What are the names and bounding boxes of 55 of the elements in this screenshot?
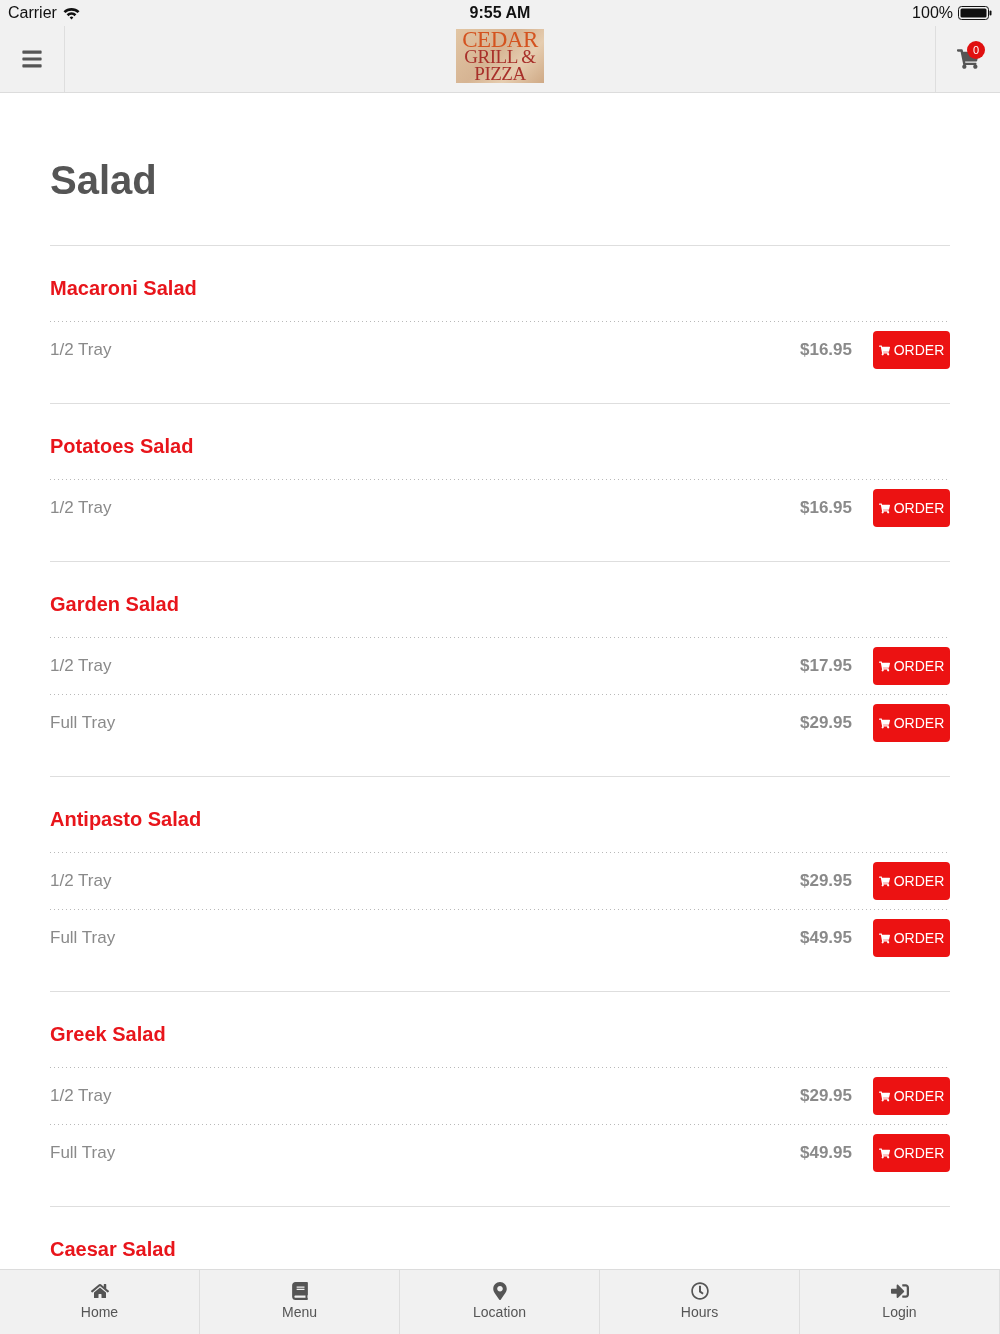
- order-button[interactable]: ORDER: [873, 1077, 950, 1115]
- cart-icon: [878, 717, 890, 729]
- battery-percent: 100%: [912, 4, 953, 22]
- item-title: Garden Salad: [50, 592, 180, 617]
- cart-icon: [878, 344, 890, 356]
- item-title: Potatoes Salad: [50, 434, 195, 459]
- cart-icon: [878, 875, 890, 887]
- size-label: 1/2 Tray: [50, 1086, 113, 1106]
- home-icon: [90, 1282, 109, 1300]
- order-button[interactable]: ORDER: [873, 704, 950, 742]
- size-label: Full Tray: [50, 713, 117, 733]
- price-text: $29.95: [800, 1086, 852, 1106]
- map-pin-icon: [490, 1282, 509, 1300]
- clock-icon: [690, 1282, 709, 1300]
- cart-icon: [878, 660, 890, 672]
- size-label: 1/2 Tray: [50, 656, 113, 676]
- cart-icon: [878, 1147, 890, 1159]
- cart-count-badge: 0: [967, 41, 985, 59]
- size-label: 1/2 Tray: [50, 871, 113, 891]
- order-button[interactable]: ORDER: [873, 489, 950, 527]
- cart-icon: [878, 932, 890, 944]
- price-text: $49.95: [800, 928, 852, 948]
- item-title: Macaroni Salad: [50, 276, 198, 301]
- sign-in-icon: [890, 1282, 909, 1300]
- size-label: Full Tray: [50, 1143, 117, 1163]
- size-label: 1/2 Tray: [50, 340, 113, 360]
- logo-text: GRILL &: [464, 47, 536, 65]
- logo-text: PIZZA: [474, 64, 526, 82]
- price-text: $16.95: [800, 340, 852, 360]
- item-title: Caesar Salad: [50, 1237, 177, 1262]
- order-button[interactable]: ORDER: [873, 919, 950, 957]
- price-text: $17.95: [800, 656, 852, 676]
- wifi-icon: [62, 6, 80, 20]
- order-button[interactable]: ORDER: [873, 862, 950, 900]
- book-icon: [290, 1282, 309, 1300]
- clock-time: 9:55 AM: [469, 4, 531, 22]
- price-text: $16.95: [800, 498, 852, 518]
- price-text: $49.95: [800, 1143, 852, 1163]
- cart-icon: [878, 502, 890, 514]
- page-title: Salad: [50, 157, 158, 204]
- order-button[interactable]: ORDER: [873, 1134, 950, 1172]
- size-label: Full Tray: [50, 928, 117, 948]
- item-title: Greek Salad: [50, 1022, 167, 1047]
- carrier-text: Carrier: [8, 4, 57, 22]
- size-label: 1/2 Tray: [50, 498, 113, 518]
- order-button[interactable]: ORDER: [873, 331, 950, 369]
- logo-text: CEDAR: [462, 30, 538, 48]
- price-text: $29.95: [800, 871, 852, 891]
- price-text: $29.95: [800, 713, 852, 733]
- menu-icon: [21, 48, 43, 70]
- item-title: Antipasto Salad: [50, 807, 203, 832]
- battery-icon: [958, 6, 992, 20]
- order-button[interactable]: ORDER: [873, 647, 950, 685]
- cart-icon: [878, 1090, 890, 1102]
- logo[interactable]: CEDAR GRILL & PIZZA: [456, 29, 544, 83]
